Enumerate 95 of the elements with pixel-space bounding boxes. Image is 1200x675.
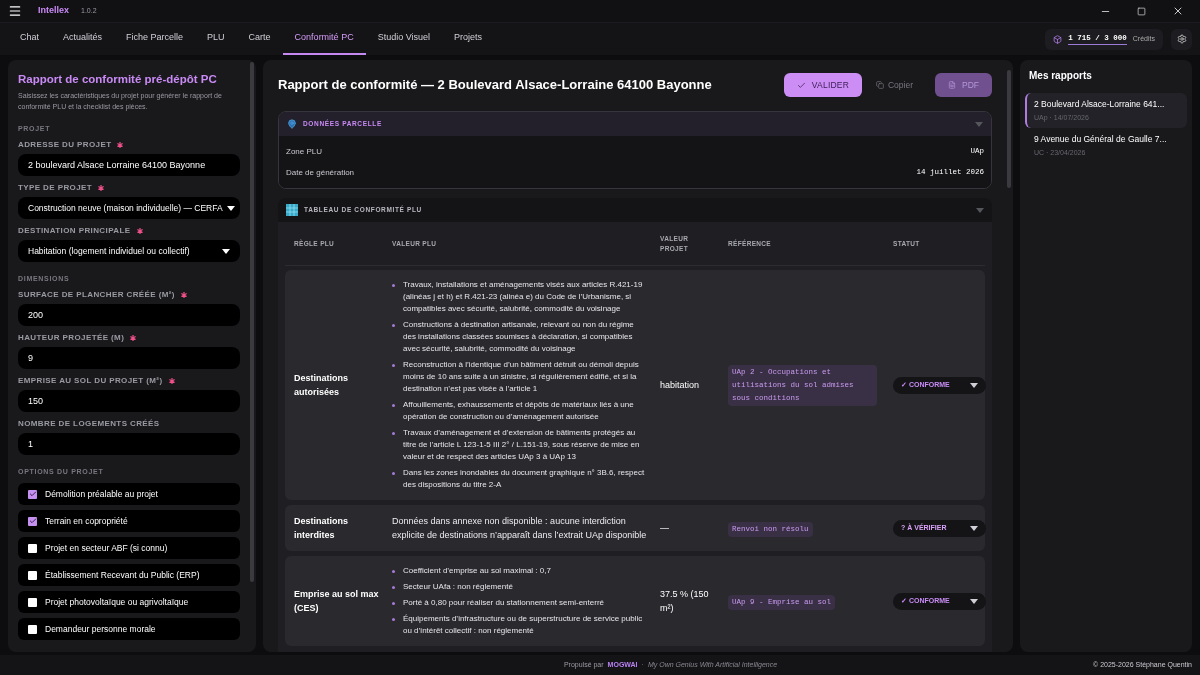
plu-value-text: Affouillements, exhaussements et dépôts de matériaux liés à une opération de construction ou d’aménagement autorisée	[403, 399, 635, 423]
option-label: Demandeur personne morale	[45, 622, 156, 636]
input-field[interactable]: 1	[18, 433, 240, 455]
nav-tab[interactable]: Actualités	[51, 23, 115, 55]
checkbox[interactable]	[28, 570, 37, 580]
option-row[interactable]: Terrain en copropriété	[18, 510, 240, 532]
option-row[interactable]: Projet photovoltaïque ou agrivoltaïque	[18, 591, 240, 613]
input-field[interactable]: 9	[18, 347, 240, 369]
validate-button[interactable]: VALIDER	[783, 73, 862, 97]
checkbox[interactable]	[28, 624, 37, 634]
plu-value-text: Constructions à destination artisanale, relevant ou non du régime des installations classées soumises à déclaration, si compatibles avec sécurité, salubrité, commodité du voisinage	[403, 319, 635, 355]
option-row[interactable]: Projet en secteur ABF (si connu)	[18, 537, 240, 559]
bullet-icon	[392, 472, 395, 475]
nav-tab[interactable]: PLU	[195, 23, 237, 55]
option-row[interactable]: Demandeur personne morale	[18, 618, 240, 640]
project-value-cell-text: —	[660, 522, 670, 535]
settings-button[interactable]	[1171, 28, 1192, 50]
report-item-title: 2 Boulevard Alsace-Lorraine 641...	[1034, 98, 1166, 111]
caret-icon	[970, 525, 978, 531]
plu-value-text: Équipements d’infrastructure ou de superstructure de service public ou d’intérêt collectif : non réglementé	[403, 613, 644, 637]
caret-icon	[970, 382, 978, 388]
nav-tab[interactable]: Chat	[8, 23, 51, 55]
checkbox[interactable]	[28, 597, 37, 607]
document-icon	[948, 81, 956, 89]
plu-value-text: Porté à 0,80 pour réaliser du stationnement semi-enterré	[403, 597, 604, 609]
parcel-label: Date de génération	[286, 167, 355, 179]
field-label: DESTINATION PRINCIPALE	[18, 226, 131, 236]
plu-value-text: Données dans annexe non disponible : aucune interdiction explicite de destinations n’apparaît dans l’extrait UAp disponible	[392, 515, 648, 542]
bullet-icon	[392, 404, 395, 407]
cube-icon	[1053, 34, 1063, 44]
option-row[interactable]: Démolition préalable au projet	[18, 483, 240, 505]
scrollbar[interactable]	[1007, 70, 1011, 188]
checkbox[interactable]	[28, 516, 37, 526]
bullet-icon	[392, 602, 395, 605]
caret-icon	[222, 248, 230, 254]
menu-icon[interactable]	[8, 4, 22, 18]
caret-icon	[970, 598, 978, 604]
maximize-icon[interactable]	[1137, 6, 1146, 16]
option-row[interactable]: Établissement Recevant du Public (ERP)	[18, 564, 240, 586]
input-field[interactable]: 2 boulevard Alsace Lorraine 64100 Bayonne	[18, 154, 240, 176]
bullet-icon	[392, 324, 395, 327]
copy-icon	[875, 81, 884, 89]
check-icon	[796, 80, 806, 90]
rule-cell-text: Destinations autorisées	[294, 372, 349, 399]
checkbox[interactable]	[28, 543, 37, 553]
scrollbar[interactable]	[250, 62, 254, 582]
input-field[interactable]: 150	[18, 390, 240, 412]
bullet-icon	[392, 284, 395, 287]
bullet-icon	[392, 364, 395, 367]
plu-value-text: Reconstruction à l’identique d’un bâtiment détruit ou démoli depuis moins de 10 ans suite à un sinistre, si régulièrement édifié, et si la destination n’est pas visée à l’article 1	[403, 359, 640, 395]
report-title: Rapport de conformité — 2 Boulevard Alsace-Lorraine 64100 Bayonne	[278, 76, 712, 95]
parcel-label: Zone PLU	[286, 146, 323, 158]
plu-value-text: Travaux d’aménagement et d’extension de bâtiments protégés au titre de l’article L 123-1-5 III 2° / L.151-19, sous réserve de mise en valeur et de respect des articles UAp 3 à UAp 13	[403, 427, 641, 463]
nav-tab[interactable]: Fiche Parcelle	[114, 23, 196, 55]
select-field[interactable]: Habitation (logement individuel ou collectif)	[18, 240, 240, 262]
plu-value-text: Dans les zones inondables du document graphique n° 3B.6, respect des dispositions du titre 2-A	[403, 467, 646, 491]
report-item-title: 9 Avenue du Général de Gaulle 7...	[1034, 133, 1168, 146]
option-label: Projet photovoltaïque ou agrivoltaïque	[45, 595, 189, 609]
rule-cell-text: Emprise au sol max (CES)	[294, 588, 380, 615]
rule-cell-text: Destinations interdites	[294, 515, 349, 542]
bullet-icon	[392, 618, 395, 621]
nav-tab[interactable]: Projets	[442, 23, 495, 55]
form-title: Rapport de conformité pré-dépôt PC	[18, 72, 218, 86]
nav-tab[interactable]: Studio Visuel	[365, 23, 442, 55]
project-value-cell-text: habitation	[660, 379, 701, 392]
plu-value-text: Secteur UAfa : non réglementé	[403, 581, 513, 593]
nav-tab[interactable]: Conformité PC	[282, 23, 366, 55]
input-field[interactable]: 200	[18, 304, 240, 326]
bullet-icon	[392, 586, 395, 589]
option-label: Établissement Recevant du Public (ERP)	[45, 568, 200, 582]
settings-icon	[1176, 34, 1187, 44]
plu-value-text: Travaux, installations et aménagements visés aux articles R.421-19 (alinéas j et h) et R.421-23 (alinéa e) du Code de l’Urbanisme, si compatibles avec sécurité, salubrité, commodité du voisinage	[403, 279, 644, 315]
bullet-icon	[392, 432, 395, 435]
table-icon	[286, 204, 298, 216]
caret-icon	[226, 205, 235, 211]
map-pin-icon	[287, 119, 297, 129]
field-label: EMPRISE AU SOL DU PROJET (M²)	[18, 376, 163, 386]
field-label: TYPE DE PROJET	[18, 183, 93, 193]
field-label: HAUTEUR PROJETÉE (M)	[18, 333, 125, 343]
plu-value-text: Coefficient d’emprise au sol maximal : 0,7	[403, 565, 551, 577]
app-name: Intellex	[38, 4, 69, 18]
copy-button[interactable]: Copier	[875, 73, 913, 97]
reports-title: Mes rapports	[1028, 69, 1093, 83]
nav-tab[interactable]: Carte	[236, 23, 283, 55]
option-label: Projet en secteur ABF (si connu)	[45, 541, 168, 555]
checkbox[interactable]	[28, 489, 37, 499]
field-label: NOMBRE DE LOGEMENTS CRÉÉS	[18, 419, 160, 429]
option-label: Terrain en copropriété	[45, 514, 128, 528]
bullet-icon	[392, 570, 395, 573]
select-field[interactable]: Construction neuve (maison individuelle) — CERFA	[18, 197, 240, 219]
field-label: ADRESSE DU PROJET	[18, 140, 112, 150]
close-icon[interactable]	[1172, 5, 1184, 17]
field-label: SURFACE DE PLANCHER CRÉÉE (M²)	[18, 290, 175, 300]
project-value-cell-text: 37.5 % (150 m²)	[660, 588, 710, 615]
option-label: Démolition préalable au projet	[45, 487, 158, 501]
